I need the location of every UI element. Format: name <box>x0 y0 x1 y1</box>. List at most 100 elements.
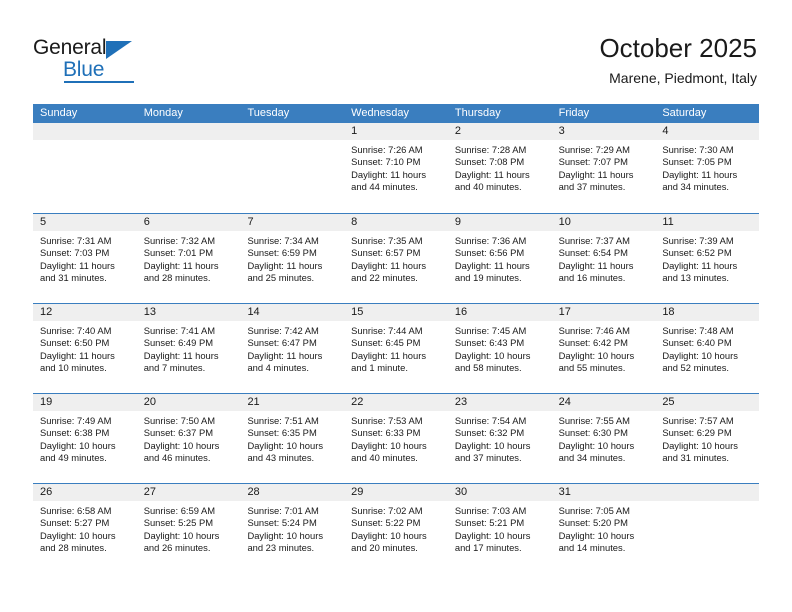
day-number-band: 26 <box>33 484 137 501</box>
day-details: Sunrise: 7:29 AM Sunset: 7:07 PM Daylight:… <box>552 140 656 194</box>
daylight-text-line2: and 10 minutes. <box>40 362 107 374</box>
daylight-text-line1: Daylight: 10 hours <box>247 529 324 541</box>
calendar-cell-empty <box>655 484 760 573</box>
daylight-text-line2: and 23 minutes. <box>247 542 315 554</box>
sunrise-text: Sunrise: 7:29 AM <box>558 144 630 155</box>
day-details: Sunrise: 7:40 AM Sunset: 6:50 PM Daylight:… <box>33 321 137 375</box>
daylight-text-line2: and 34 minutes. <box>558 452 626 464</box>
daylight-text-line2: and 46 minutes. <box>143 452 211 464</box>
calendar-day-cell[interactable]: 9 Sunrise: 7:36 AM Sunset: 6:56 PM Daylight… <box>447 214 552 303</box>
day-details: Sunrise: 7:55 AM Sunset: 6:30 PM Daylight:… <box>552 411 656 465</box>
calendar-day-cell[interactable]: 18 Sunrise: 7:48 AM Sunset: 6:40 PM Dayligh… <box>655 304 760 393</box>
calendar-day-cell[interactable]: 8 Sunrise: 7:35 AM Sunset: 6:57 PM Daylight… <box>344 214 448 303</box>
calendar-day-cell[interactable]: 22 Sunrise: 7:53 AM Sunset: 6:33 PM Dayligh… <box>344 394 448 483</box>
day-number: 21 <box>247 396 260 408</box>
calendar-day-cell[interactable]: 23 Sunrise: 7:54 AM Sunset: 6:32 PM Dayligh… <box>447 394 552 483</box>
daylight-text-line2: and 26 minutes. <box>143 542 211 554</box>
daylight-text-line1: Daylight: 11 hours <box>247 349 323 361</box>
sunrise-text: Sunrise: 7:42 AM <box>247 325 319 336</box>
daylight-text-line2: and 31 minutes. <box>662 452 730 464</box>
day-number-band: 10 <box>551 214 656 231</box>
sunrise-text: Sunrise: 7:32 AM <box>143 235 216 246</box>
calendar-day-cell[interactable]: 7 Sunrise: 7:34 AM Sunset: 6:59 PM Daylight… <box>240 214 345 303</box>
calendar-day-cell[interactable]: 5 Sunrise: 7:31 AM Sunset: 7:03 PM Daylight… <box>33 214 137 303</box>
day-number: 20 <box>143 396 156 408</box>
sunset-text: Sunset: 6:45 PM <box>351 337 421 349</box>
sunset-text: Sunset: 6:29 PM <box>662 427 732 439</box>
sunset-text: Sunset: 5:20 PM <box>558 517 628 529</box>
daylight-text-line2: and 43 minutes. <box>247 452 315 464</box>
daylight-text-line2: and 28 minutes. <box>143 272 211 284</box>
sunrise-text: Sunrise: 7:48 AM <box>662 325 734 336</box>
calendar-week-row: 12 Sunrise: 7:40 AM Sunset: 6:50 PM Dayligh… <box>33 303 760 393</box>
calendar-day-cell[interactable]: 20 Sunrise: 7:50 AM Sunset: 6:37 PM Dayligh… <box>136 394 241 483</box>
calendar-day-cell[interactable]: 24 Sunrise: 7:55 AM Sunset: 6:30 PM Dayligh… <box>551 394 656 483</box>
calendar-day-cell[interactable]: 31 Sunrise: 7:05 AM Sunset: 5:20 PM Dayligh… <box>551 484 656 573</box>
day-number: 1 <box>351 125 358 137</box>
day-details: Sunrise: 7:26 AM Sunset: 7:10 PM Daylight:… <box>344 140 448 194</box>
calendar-day-cell[interactable]: 26 Sunrise: 6:58 AM Sunset: 5:27 PM Dayligh… <box>33 484 137 573</box>
page-subtitle: Marene, Piedmont, Italy <box>609 70 757 86</box>
day-details: Sunrise: 7:42 AM Sunset: 6:47 PM Daylight:… <box>240 321 344 375</box>
day-number-band: 9 <box>447 214 552 231</box>
day-number: 16 <box>454 306 468 318</box>
generalblue-logo[interactable]: General Blue <box>33 36 163 83</box>
sunset-text: Sunset: 6:43 PM <box>454 337 525 349</box>
calendar-week-row: 1 Sunrise: 7:26 AM Sunset: 7:10 PM Daylight… <box>33 123 760 213</box>
day-number-band: 21 <box>240 394 345 411</box>
calendar-day-cell[interactable]: 15 Sunrise: 7:44 AM Sunset: 6:45 PM Dayligh… <box>344 304 448 393</box>
daylight-text-line2: and 37 minutes. <box>454 452 522 464</box>
day-number-band: 7 <box>240 214 345 231</box>
day-number: 31 <box>558 486 571 498</box>
calendar-day-cell[interactable]: 14 Sunrise: 7:42 AM Sunset: 6:47 PM Dayligh… <box>240 304 345 393</box>
calendar-day-cell[interactable]: 30 Sunrise: 7:03 AM Sunset: 5:21 PM Dayligh… <box>447 484 552 573</box>
day-number-band: 2 <box>447 123 552 140</box>
daylight-text-line1: Daylight: 11 hours <box>558 259 634 271</box>
day-details: Sunrise: 6:58 AM Sunset: 5:27 PM Daylight:… <box>33 501 137 555</box>
daylight-text-line1: Daylight: 10 hours <box>40 439 116 451</box>
day-number-band: 11 <box>655 214 760 231</box>
calendar-day-cell[interactable]: 4 Sunrise: 7:30 AM Sunset: 7:05 PM Daylight… <box>655 123 760 212</box>
daylight-text-line1: Daylight: 11 hours <box>351 349 427 361</box>
calendar-day-cell[interactable]: 17 Sunrise: 7:46 AM Sunset: 6:42 PM Dayligh… <box>551 304 656 393</box>
sunrise-text: Sunrise: 7:55 AM <box>558 415 630 426</box>
day-details: Sunrise: 7:50 AM Sunset: 6:37 PM Daylight:… <box>137 411 241 465</box>
calendar-day-cell[interactable]: 2 Sunrise: 7:28 AM Sunset: 7:08 PM Daylight… <box>447 123 552 212</box>
triangle-icon <box>106 41 132 59</box>
day-details: Sunrise: 7:35 AM Sunset: 6:57 PM Daylight:… <box>344 231 448 285</box>
sunset-text: Sunset: 6:54 PM <box>558 247 628 259</box>
calendar-day-cell[interactable]: 21 Sunrise: 7:51 AM Sunset: 6:35 PM Dayligh… <box>240 394 345 483</box>
sunset-text: Sunset: 5:22 PM <box>351 517 421 529</box>
calendar-day-cell[interactable]: 12 Sunrise: 7:40 AM Sunset: 6:50 PM Dayligh… <box>33 304 137 393</box>
calendar-day-cell[interactable]: 10 Sunrise: 7:37 AM Sunset: 6:54 PM Dayligh… <box>551 214 656 303</box>
sunrise-text: Sunrise: 7:30 AM <box>662 144 734 155</box>
daylight-text-line1: Daylight: 10 hours <box>247 439 324 451</box>
calendar-day-cell[interactable]: 19 Sunrise: 7:49 AM Sunset: 6:38 PM Dayligh… <box>33 394 137 483</box>
sunset-text: Sunset: 5:24 PM <box>247 517 317 529</box>
calendar-day-cell[interactable]: 25 Sunrise: 7:57 AM Sunset: 6:29 PM Dayligh… <box>655 394 760 483</box>
daylight-text-line2: and 22 minutes. <box>351 272 418 284</box>
calendar-day-cell[interactable]: 3 Sunrise: 7:29 AM Sunset: 7:07 PM Daylight… <box>551 123 656 212</box>
sunset-text: Sunset: 6:30 PM <box>558 427 628 439</box>
day-number-band: 27 <box>136 484 241 501</box>
daylight-text-line2: and 20 minutes. <box>351 542 418 554</box>
day-number-band: 17 <box>551 304 656 321</box>
calendar-day-cell[interactable]: 1 Sunrise: 7:26 AM Sunset: 7:10 PM Daylight… <box>344 123 448 212</box>
day-number-band: 20 <box>136 394 241 411</box>
calendar-day-cell[interactable]: 28 Sunrise: 7:01 AM Sunset: 5:24 PM Dayligh… <box>240 484 345 573</box>
day-details: Sunrise: 7:44 AM Sunset: 6:45 PM Daylight:… <box>344 321 448 375</box>
calendar-week-row: 19 Sunrise: 7:49 AM Sunset: 6:38 PM Dayligh… <box>33 393 760 483</box>
calendar-day-cell[interactable]: 13 Sunrise: 7:41 AM Sunset: 6:49 PM Dayligh… <box>136 304 241 393</box>
calendar-day-cell[interactable]: 11 Sunrise: 7:39 AM Sunset: 6:52 PM Dayligh… <box>655 214 760 303</box>
calendar-day-cell[interactable]: 6 Sunrise: 7:32 AM Sunset: 7:01 PM Daylight… <box>136 214 241 303</box>
daylight-text-line2: and 49 minutes. <box>40 452 107 464</box>
calendar-day-cell[interactable]: 27 Sunrise: 6:59 AM Sunset: 5:25 PM Dayligh… <box>136 484 241 573</box>
calendar-day-cell[interactable]: 29 Sunrise: 7:02 AM Sunset: 5:22 PM Dayligh… <box>344 484 448 573</box>
sunrise-text: Sunrise: 7:50 AM <box>143 415 216 426</box>
day-number: 11 <box>662 216 674 228</box>
day-number-band: 24 <box>551 394 656 411</box>
weekday-header-friday: Friday <box>558 107 590 119</box>
sunrise-text: Sunrise: 7:54 AM <box>454 415 527 426</box>
calendar-day-cell[interactable]: 16 Sunrise: 7:45 AM Sunset: 6:43 PM Dayligh… <box>447 304 552 393</box>
day-number: 9 <box>454 216 461 228</box>
